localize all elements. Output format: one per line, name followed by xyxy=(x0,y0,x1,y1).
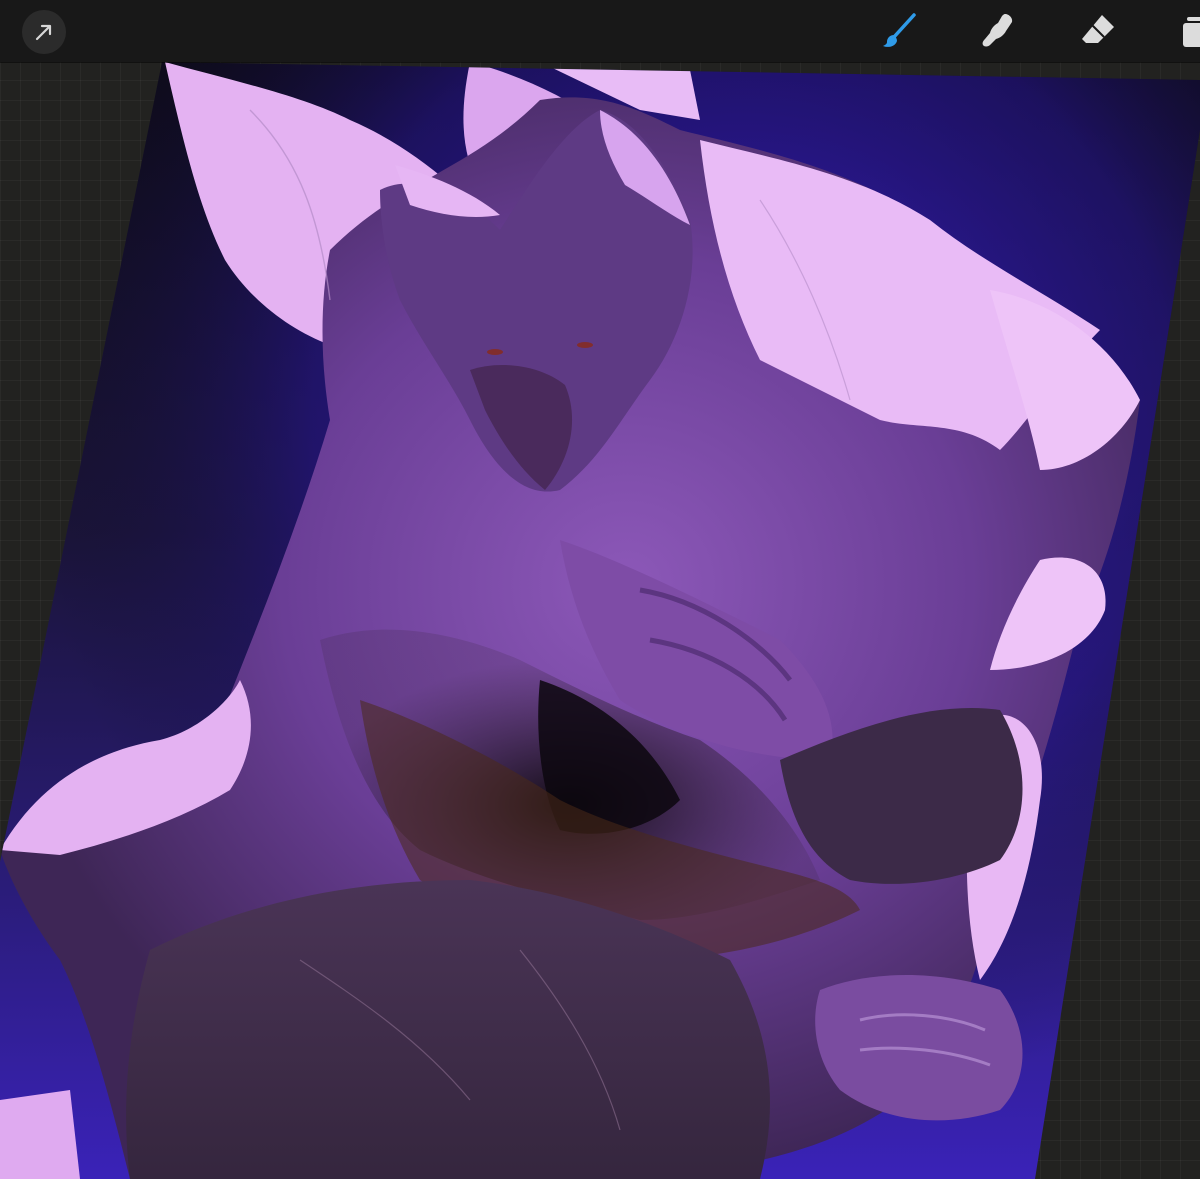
transform-tool-button[interactable] xyxy=(22,10,66,54)
drawing-canvas[interactable] xyxy=(0,0,1200,1179)
layers-tool-button[interactable] xyxy=(1172,8,1200,54)
arrow-cursor-icon xyxy=(33,21,55,43)
eraser-icon xyxy=(1078,11,1118,51)
smudge-tool-button[interactable] xyxy=(975,8,1021,54)
paint-tool-button[interactable] xyxy=(877,8,923,54)
procreate-app xyxy=(0,0,1200,1179)
top-toolbar xyxy=(0,0,1200,62)
layers-icon xyxy=(1175,11,1200,51)
smudge-finger-icon xyxy=(978,11,1018,51)
eraser-tool-button[interactable] xyxy=(1075,8,1121,54)
artwork xyxy=(0,62,1200,1179)
brush-icon xyxy=(880,11,920,51)
